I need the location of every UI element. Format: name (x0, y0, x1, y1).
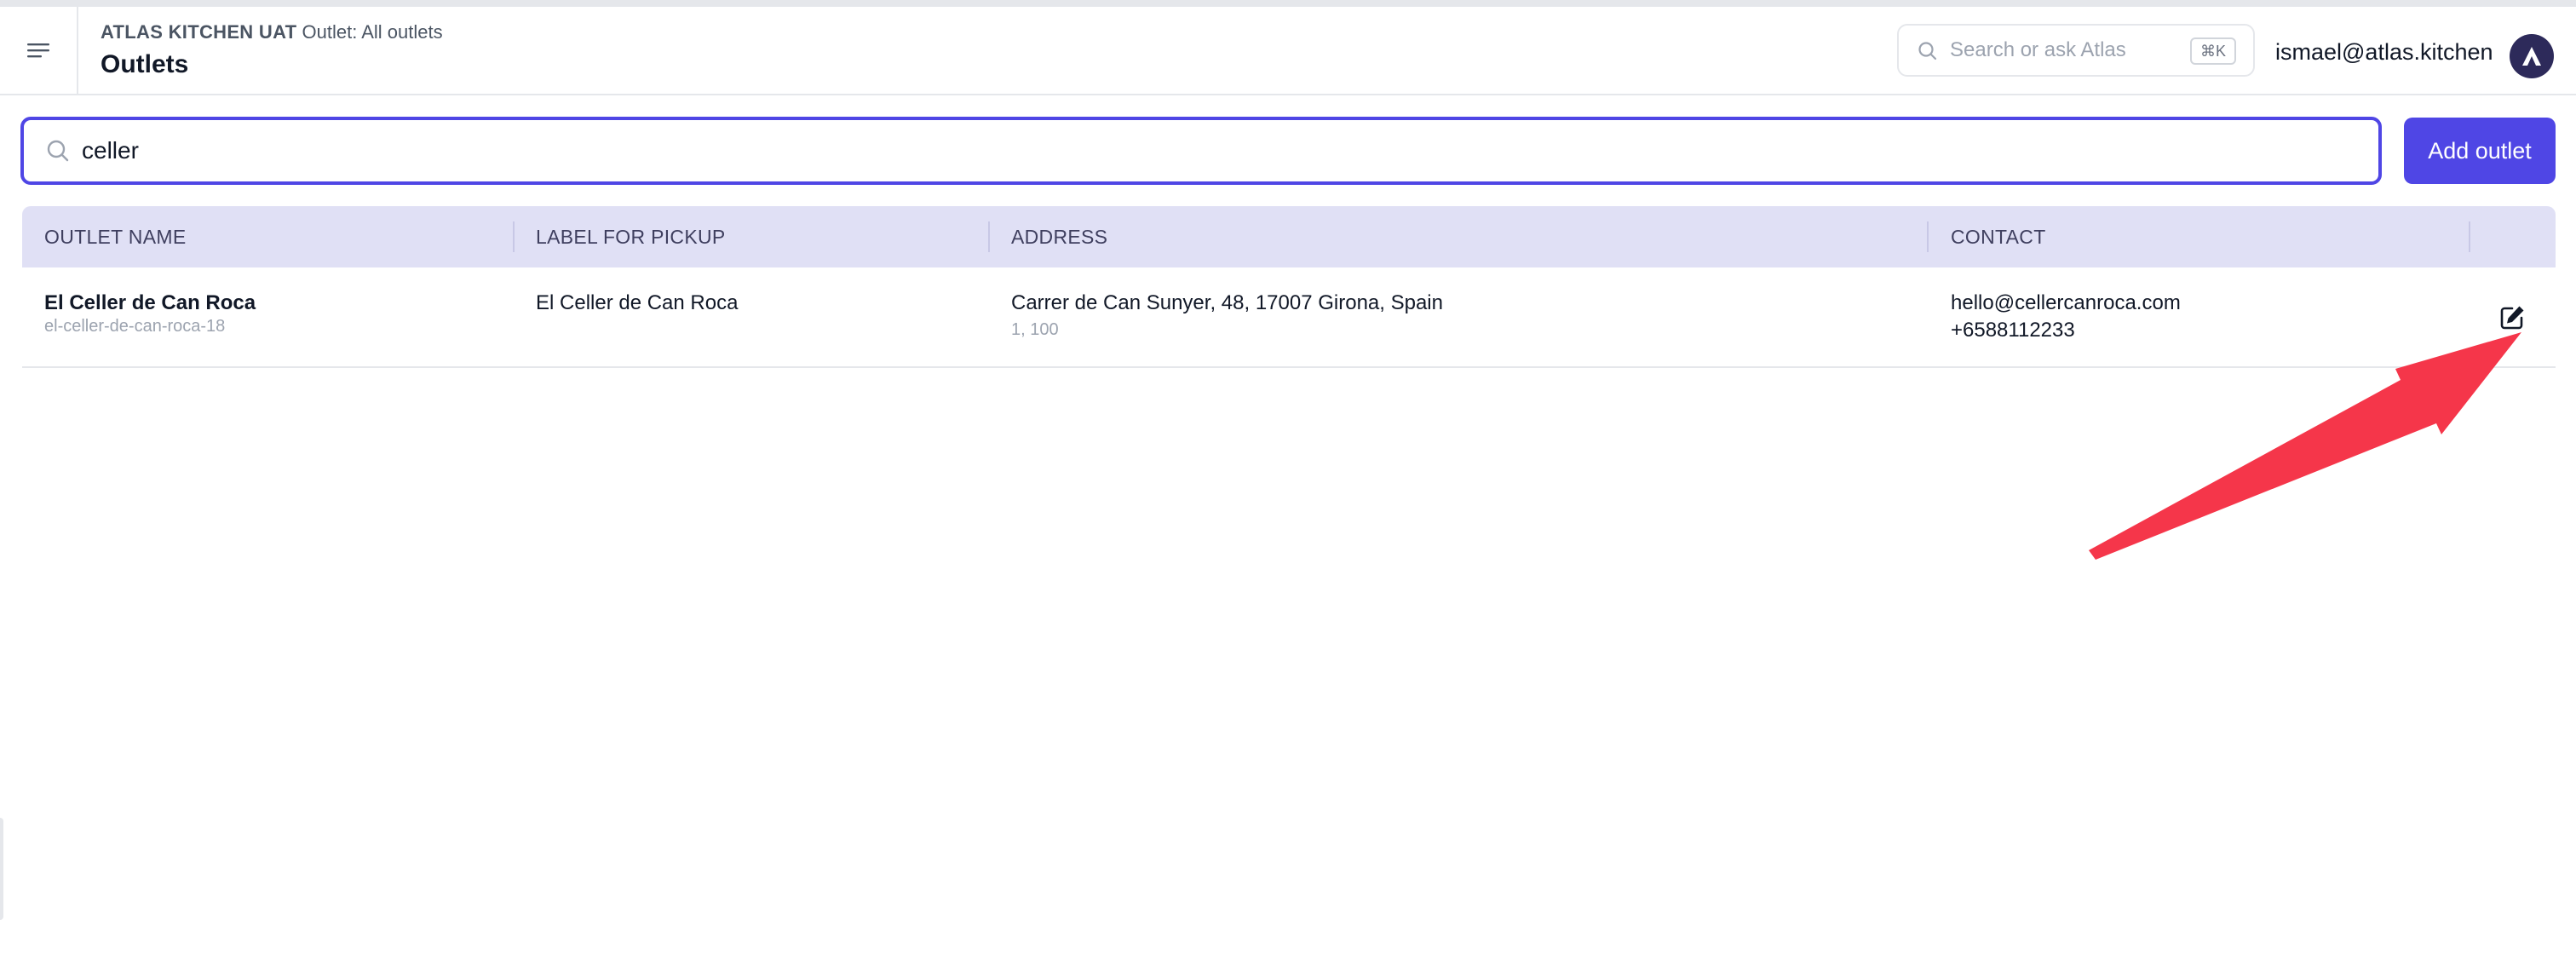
global-search-input[interactable]: Search or ask Atlas ⌘K (1897, 24, 2255, 77)
hamburger-menu-icon (27, 43, 49, 58)
shortcut-badge: ⌘K (2189, 37, 2236, 65)
outlet-context[interactable]: Outlet: All outlets (302, 21, 443, 43)
breadcrumb: ATLAS KITCHEN UAT Outlet: All outlets (101, 20, 443, 44)
search-icon (1918, 42, 1937, 60)
side-handle[interactable] (0, 818, 3, 920)
add-outlet-button[interactable]: Add outlet (2404, 118, 2556, 184)
outlet-address: Carrer de Can Sunyer, 48, 17007 Girona, … (1011, 291, 1443, 314)
atlas-logo-icon (2522, 47, 2541, 66)
user-email[interactable]: ismael@atlas.kitchen (2275, 39, 2493, 66)
outlet-slug: el-celler-de-can-roca-18 (44, 317, 226, 336)
pickup-label: El Celler de Can Roca (536, 291, 739, 314)
column-header-outlet-name[interactable]: OUTLET NAME (44, 206, 186, 267)
contact-phone: +6588112233 (1951, 319, 2075, 342)
outlet-search-input[interactable]: celler (20, 117, 2382, 185)
table-header: OUTLET NAME LABEL FOR PICKUP ADDRESS CON… (22, 206, 2556, 267)
address-coordinates: 1, 100 (1011, 320, 1059, 339)
avatar[interactable] (2510, 34, 2554, 78)
org-name: ATLAS KITCHEN UAT (101, 21, 297, 43)
column-divider (1927, 221, 1929, 252)
menu-button[interactable] (0, 7, 78, 94)
page-title: Outlets (101, 50, 189, 78)
column-header-label-for-pickup[interactable]: LABEL FOR PICKUP (536, 206, 726, 267)
column-divider (513, 221, 515, 252)
column-header-contact[interactable]: CONTACT (1951, 206, 2046, 267)
search-value: celler (82, 137, 139, 164)
top-border (0, 0, 2576, 7)
search-placeholder: Search or ask Atlas (1950, 38, 2126, 61)
column-divider (988, 221, 990, 252)
app-header: ATLAS KITCHEN UAT Outlet: All outlets Ou… (0, 7, 2576, 95)
annotation-arrow (2089, 332, 2521, 560)
column-header-address[interactable]: ADDRESS (1011, 206, 1107, 267)
column-divider (2469, 221, 2470, 252)
search-icon (47, 140, 69, 162)
outlet-name: El Celler de Can Roca (44, 291, 256, 314)
